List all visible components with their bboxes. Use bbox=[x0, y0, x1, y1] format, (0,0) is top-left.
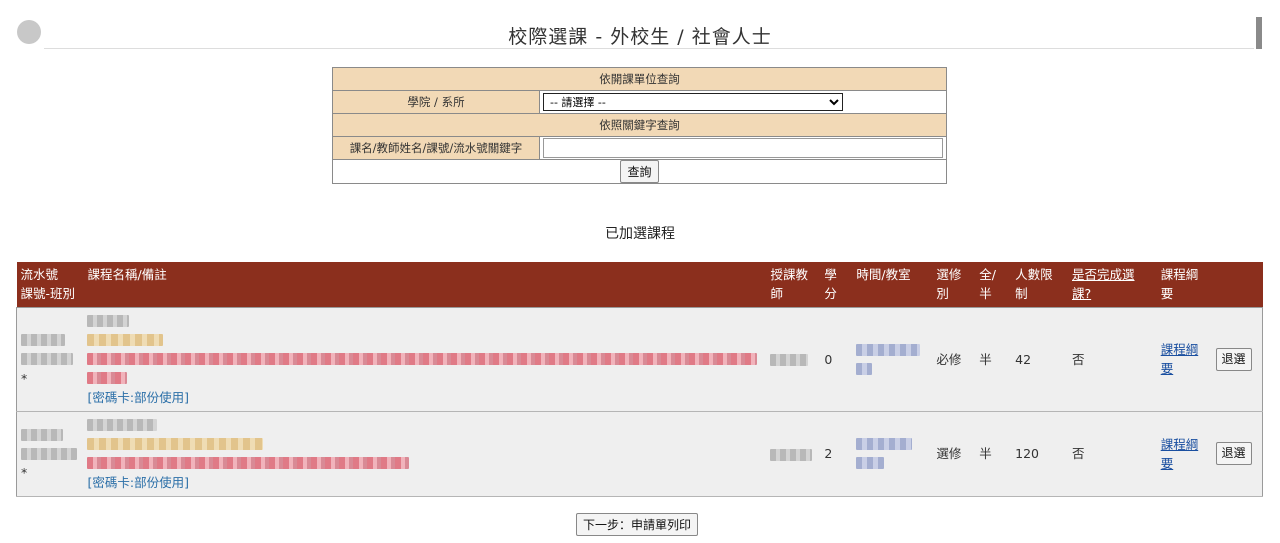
redacted-course-name bbox=[87, 419, 158, 431]
redacted-time bbox=[856, 343, 921, 356]
redacted-room bbox=[856, 362, 873, 375]
serial-code-cell: * bbox=[16, 307, 84, 412]
full-half-cell: 半 bbox=[975, 411, 1012, 497]
col-serial: 流水號 bbox=[20, 267, 59, 282]
credits-cell: 2 bbox=[820, 411, 853, 497]
time-room-cell bbox=[852, 411, 933, 497]
drop-course-button[interactable]: 退選 bbox=[1215, 347, 1252, 371]
required-cell: 選修 bbox=[932, 411, 976, 497]
title-divider bbox=[44, 48, 1254, 49]
redacted-teacher bbox=[770, 354, 809, 366]
col-syllabus: 課程綱要 bbox=[1156, 262, 1212, 307]
credits-cell: 0 bbox=[820, 307, 853, 412]
col-required: 選修別 bbox=[932, 262, 976, 307]
redacted-remark bbox=[87, 457, 410, 469]
col-full-half: 全/半 bbox=[975, 262, 1012, 307]
col-completed-link[interactable]: 是否完成選課? bbox=[1072, 267, 1135, 301]
star-mark: * bbox=[21, 465, 28, 480]
syllabus-link[interactable]: 課程綱要 bbox=[1161, 437, 1199, 471]
completed-cell: 否 bbox=[1068, 307, 1157, 412]
star-mark: * bbox=[21, 370, 28, 386]
time-room-cell bbox=[852, 307, 933, 412]
col-capacity: 人數限制 bbox=[1011, 262, 1068, 307]
added-courses-table: 流水號 課號-班別 課程名稱/備註 授課教師 學分 時間/教室 選修別 全/半 … bbox=[16, 262, 1263, 497]
redacted-remark-cont bbox=[87, 372, 128, 384]
col-name-note: 課程名稱/備註 bbox=[83, 262, 767, 307]
table-row: * [密碼卡:部份使用] 0 必修 半 42 否 課程綱要 退選 bbox=[16, 307, 1263, 412]
completed-cell: 否 bbox=[1068, 411, 1157, 497]
course-name-cell: [密碼卡:部份使用] bbox=[83, 307, 767, 412]
next-step-button[interactable]: 下一步：申請單列印 bbox=[576, 513, 699, 536]
redacted-course-name-en bbox=[87, 438, 264, 450]
redacted-room bbox=[856, 457, 885, 469]
added-courses-title: 已加選課程 bbox=[605, 226, 675, 242]
col-action bbox=[1211, 262, 1263, 307]
redacted-code bbox=[21, 353, 73, 365]
redacted-code bbox=[21, 447, 77, 460]
teacher-cell bbox=[766, 307, 821, 412]
college-select[interactable]: -- 請選擇 -- bbox=[543, 93, 843, 111]
keyword-input[interactable] bbox=[543, 138, 943, 158]
capacity-cell: 42 bbox=[1011, 307, 1068, 412]
scrollbar-thumb[interactable] bbox=[1256, 17, 1262, 49]
section-keyword-heading: 依照關鍵字查詢 bbox=[332, 113, 947, 137]
teacher-cell bbox=[766, 411, 821, 497]
serial-code-cell: * bbox=[16, 411, 84, 497]
course-name-cell: [密碼卡:部份使用] bbox=[83, 411, 767, 497]
redacted-time bbox=[856, 438, 913, 450]
section-unit-heading: 依開課單位查詢 bbox=[332, 67, 947, 91]
redacted-serial bbox=[21, 428, 63, 441]
search-button[interactable]: 查詢 bbox=[620, 160, 659, 183]
table-row: * [密碼卡:部份使用] 2 選修 半 120 否 課程綱要 退選 bbox=[16, 411, 1263, 497]
col-time-room: 時間/教室 bbox=[852, 262, 933, 307]
full-half-cell: 半 bbox=[975, 307, 1012, 412]
col-code-class: 課號-班別 bbox=[20, 286, 76, 301]
keyword-label: 課名/教師姓名/課號/流水號關鍵字 bbox=[332, 136, 540, 160]
password-card-note: [密碼卡:部份使用] bbox=[87, 389, 189, 405]
col-serial-code: 流水號 課號-班別 bbox=[16, 262, 84, 307]
capacity-cell: 120 bbox=[1011, 411, 1068, 497]
redacted-serial bbox=[21, 334, 65, 346]
page-title: 校際選課 - 外校生 / 社會人士 bbox=[508, 26, 772, 48]
redacted-course-name bbox=[87, 315, 130, 327]
col-credits: 學分 bbox=[820, 262, 853, 307]
college-label: 學院 / 系所 bbox=[332, 90, 540, 114]
syllabus-link[interactable]: 課程綱要 bbox=[1161, 342, 1199, 376]
redacted-teacher bbox=[770, 448, 813, 461]
col-teacher: 授課教師 bbox=[766, 262, 821, 307]
redacted-remark bbox=[87, 353, 758, 365]
drop-course-button[interactable]: 退選 bbox=[1215, 442, 1252, 465]
redacted-course-name-en bbox=[87, 334, 164, 346]
query-form: 依開課單位查詢 學院 / 系所 -- 請選擇 -- 依照關鍵字查詢 課名/教師姓… bbox=[332, 67, 947, 184]
required-cell: 必修 bbox=[932, 307, 976, 412]
password-card-note: [密碼卡:部份使用] bbox=[87, 474, 189, 490]
